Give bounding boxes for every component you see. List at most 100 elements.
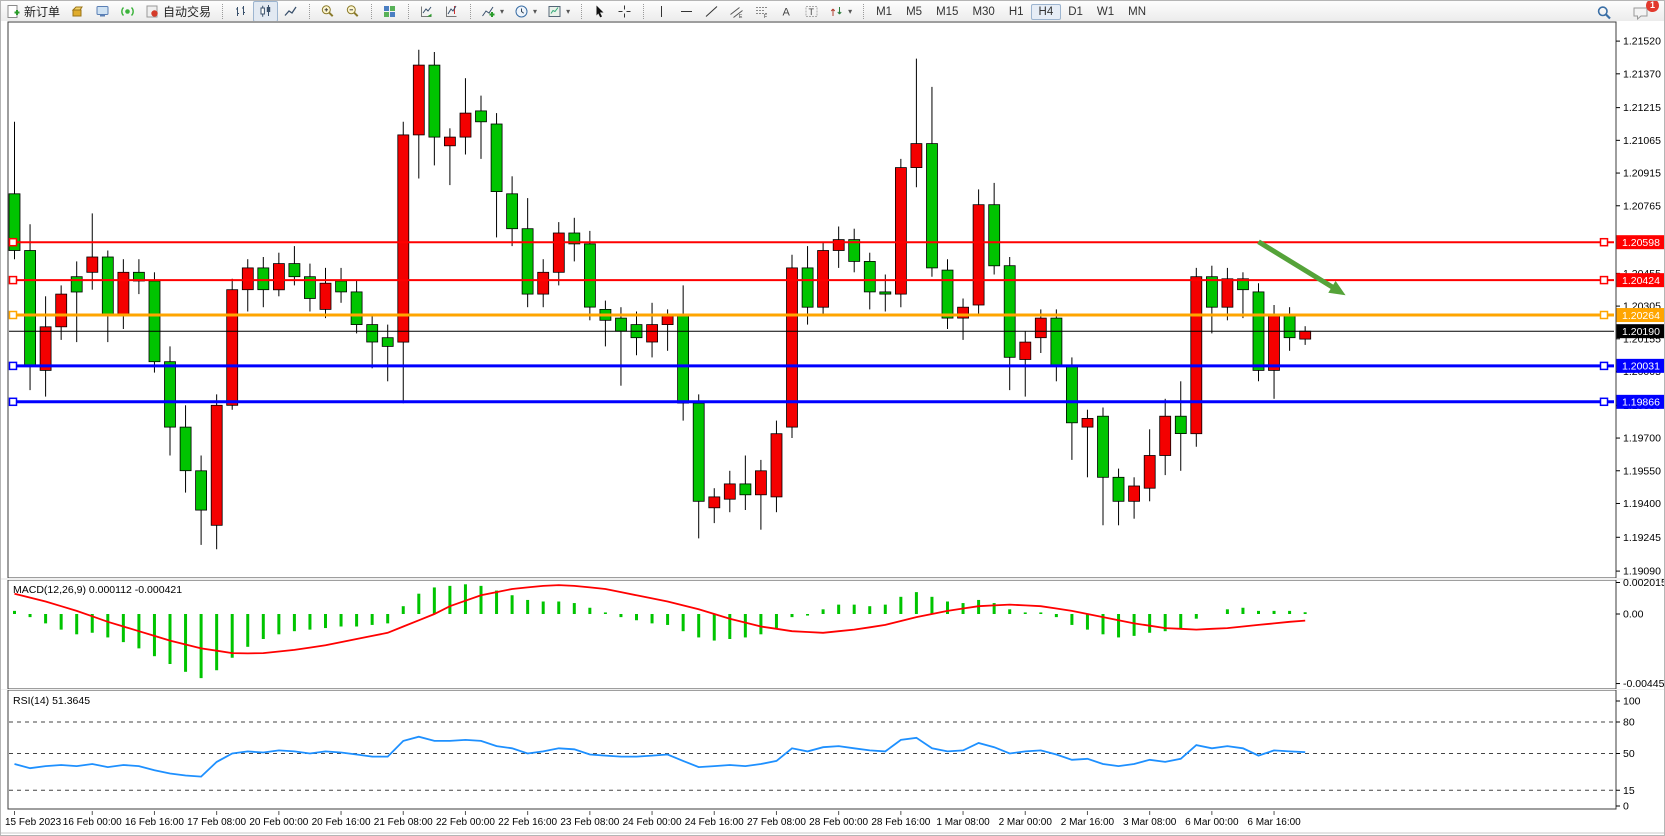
time-axis-label: 20 Feb 16:00	[312, 817, 371, 828]
time-axis-label: 24 Feb 16:00	[685, 817, 744, 828]
timeframe-m1-button[interactable]: M1	[869, 5, 899, 19]
price-label-badge-text: 1.20424	[1622, 275, 1660, 287]
chevron-down-icon: ▾	[500, 7, 504, 16]
price-label-badge-text: 1.20190	[1622, 326, 1660, 338]
toolbar-separator	[408, 4, 410, 19]
new-order-button[interactable]: 新订单	[1, 1, 65, 22]
toolbar-separator	[581, 4, 583, 19]
candle	[584, 231, 595, 320]
main-toolbar: 新订单 自动交易 ▾ ▾ ▾ E F A T ▾	[1, 1, 1665, 22]
zoom-out-icon[interactable]	[340, 1, 365, 22]
price-tick-label: 1.19700	[1623, 433, 1661, 445]
deposit-icon[interactable]	[65, 1, 90, 22]
chart-window: ▼ GBPUSD-,H41.20154 1.20213 1.20127 1.20…	[1, 21, 1665, 836]
time-axis-label: 2 Mar 16:00	[1061, 817, 1115, 828]
timeframe-m15-button[interactable]: M15	[929, 5, 965, 19]
line-chart-icon[interactable]	[278, 1, 303, 22]
line-handle[interactable]	[1601, 312, 1608, 319]
macd-label: MACD(12,26,9) 0.000112 -0.000421	[13, 584, 182, 596]
periods-icon[interactable]: ▾	[509, 1, 542, 22]
timeframe-mn-button[interactable]: MN	[1121, 5, 1153, 19]
label-tool-icon[interactable]: T	[799, 1, 824, 22]
chart-shift-icon[interactable]	[439, 1, 464, 22]
gbpusd-chart-svg[interactable]: ▼ GBPUSD-,H41.20154 1.20213 1.20127 1.20…	[1, 21, 1665, 836]
price-label-badge-text: 1.20264	[1622, 310, 1660, 322]
toolbar-separator	[222, 4, 224, 19]
pane-divider[interactable]	[1, 689, 1665, 690]
rsi-axis-label: 15	[1623, 785, 1635, 797]
line-handle[interactable]	[10, 362, 17, 369]
line-handle[interactable]	[1601, 362, 1608, 369]
line-handle[interactable]	[10, 277, 17, 284]
templates-icon[interactable]: ▾	[542, 1, 575, 22]
cursor-icon[interactable]	[587, 1, 612, 22]
line-handle[interactable]	[10, 312, 17, 319]
svg-text:F: F	[764, 14, 767, 19]
zoom-in-icon[interactable]	[315, 1, 340, 22]
macd-axis-label: 0.00	[1623, 609, 1644, 621]
price-tick-label: 1.21215	[1623, 102, 1661, 114]
crosshair-icon[interactable]	[612, 1, 637, 22]
time-axis-label: 6 Mar 00:00	[1185, 817, 1239, 828]
indicators-icon[interactable]: ▾	[476, 1, 509, 22]
candlestick-chart-icon[interactable]	[253, 1, 278, 22]
auto-scroll-icon[interactable]	[414, 1, 439, 22]
line-handle[interactable]	[1601, 239, 1608, 246]
vertical-line-tool-icon[interactable]	[649, 1, 674, 22]
timeframe-h4-button[interactable]: H4	[1031, 4, 1062, 20]
rsi-axis-label: 0	[1623, 801, 1629, 813]
price-tick-label: 1.19245	[1623, 532, 1661, 544]
price-tick-label: 1.20765	[1623, 200, 1661, 212]
timeframe-h1-button[interactable]: H1	[1002, 5, 1031, 19]
time-axis-label: 3 Mar 08:00	[1123, 817, 1177, 828]
timeframe-w1-button[interactable]: W1	[1090, 5, 1121, 19]
chart-background	[8, 22, 1616, 832]
price-tick-label: 1.20915	[1623, 168, 1661, 180]
timeframe-m30-button[interactable]: M30	[965, 5, 1001, 19]
signals-icon[interactable]	[115, 1, 140, 22]
bar-chart-icon[interactable]	[228, 1, 253, 22]
auto-trading-button[interactable]: 自动交易	[140, 1, 216, 22]
timeframe-group: M1M5M15M30H1H4D1W1MN	[869, 4, 1153, 18]
price-label-badge-text: 1.20598	[1622, 237, 1660, 249]
price-tick-label: 1.19550	[1623, 465, 1661, 477]
price-tick-label: 1.21065	[1623, 135, 1661, 147]
timeframe-d1-button[interactable]: D1	[1061, 5, 1090, 19]
notifications-chat-icon[interactable]: 1	[1627, 2, 1654, 23]
toolbar-separator	[863, 4, 865, 19]
svg-text:E: E	[739, 14, 743, 19]
chevron-down-icon: ▾	[566, 7, 570, 16]
trendline-tool-icon[interactable]	[699, 1, 724, 22]
horizontal-line-tool-icon[interactable]	[674, 1, 699, 22]
toolbar-separator	[470, 4, 472, 19]
time-axis-label: 2 Mar 00:00	[999, 817, 1053, 828]
price-label-badge-text: 1.20031	[1622, 361, 1660, 373]
price-tick-label: 1.19400	[1623, 498, 1661, 510]
svg-text:T: T	[809, 7, 815, 17]
search-icon[interactable]	[1591, 2, 1617, 23]
text-tool-icon[interactable]: A	[774, 1, 799, 22]
tile-windows-icon[interactable]	[377, 1, 402, 22]
candle	[973, 189, 984, 316]
time-axis-label: 1 Mar 08:00	[936, 817, 990, 828]
time-axis-label: 16 Feb 00:00	[63, 817, 122, 828]
fibonacci-tool-icon[interactable]: F	[749, 1, 774, 22]
candle	[895, 159, 906, 307]
line-handle[interactable]	[1601, 398, 1608, 405]
pane-divider[interactable]	[1, 578, 1665, 580]
line-handle[interactable]	[1601, 277, 1608, 284]
toolbar-separator	[309, 4, 311, 19]
arrows-tool-icon[interactable]: ▾	[824, 1, 857, 22]
time-axis-label: 6 Mar 16:00	[1247, 817, 1301, 828]
terminal-icon[interactable]	[90, 1, 115, 22]
rsi-axis-label: 100	[1623, 696, 1641, 708]
rsi-axis-label: 80	[1623, 717, 1635, 729]
timeframe-m5-button[interactable]: M5	[899, 5, 929, 19]
toolbar-separator	[371, 4, 373, 19]
time-axis-label: 22 Feb 00:00	[436, 817, 495, 828]
notification-badge: 1	[1646, 0, 1659, 12]
rsi-label: RSI(14) 51.3645	[13, 695, 90, 707]
line-handle[interactable]	[10, 239, 17, 246]
line-handle[interactable]	[10, 398, 17, 405]
channel-tool-icon[interactable]: E	[724, 1, 749, 22]
